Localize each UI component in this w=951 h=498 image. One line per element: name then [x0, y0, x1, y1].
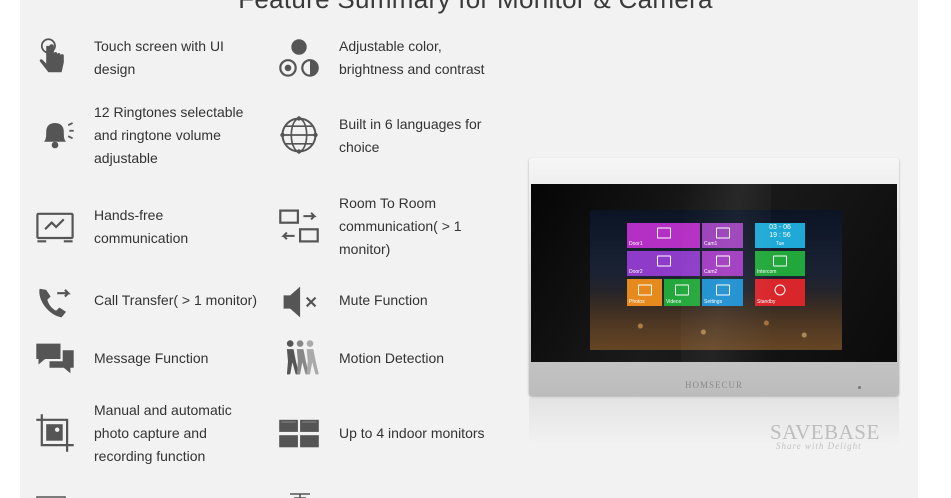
indoor-monitor: Door1 Cam1 Door2 Cam2 03 - 06 19 : 56 Tu… [529, 158, 899, 396]
feature-label: Manual and automatic photo capture and r… [94, 402, 232, 464]
monitor-screen: Door1 Cam1 Door2 Cam2 03 - 06 19 : 56 Tu… [590, 210, 842, 350]
mute-icon [277, 280, 321, 324]
feature-label: Call Transfer( > 1 monitor) [94, 292, 257, 308]
tile-cam2[interactable]: Cam2 [702, 251, 743, 276]
tile-label: Videos [666, 299, 682, 305]
clock-tile: 03 - 06 19 : 56 Tue [755, 223, 805, 248]
clock-day: Tue [775, 240, 785, 247]
tile-label: Cam2 [704, 269, 718, 275]
page-title: Feature Summary for Monitor & Camera [0, 0, 951, 15]
tile-label: Door1 [629, 241, 643, 247]
tile-cam1[interactable]: Cam1 [702, 223, 743, 248]
feature-label: Touch screen with UI design [94, 38, 224, 77]
tile-intercom[interactable]: Intercom [755, 251, 805, 276]
call-transfer-icon [33, 280, 77, 324]
globe-icon [277, 113, 321, 157]
tile-door2[interactable]: Door2 [627, 251, 700, 276]
motion-detection-icon [277, 337, 321, 381]
touch-hand-icon [33, 36, 77, 80]
tile-label: Door2 [629, 269, 643, 275]
feature-label: Adjustable color, brightness and contras… [339, 38, 485, 77]
feature-label: Motion Detection [339, 350, 445, 366]
monitor-glass: Door1 Cam1 Door2 Cam2 03 - 06 19 : 56 Tu… [531, 184, 897, 362]
tile-label: Cam1 [704, 241, 718, 247]
power-led [858, 386, 861, 389]
tile-door1[interactable]: Door1 [627, 223, 700, 248]
feature-label: Room To Room communication( > 1 monitor) [339, 195, 462, 257]
tile-label: Settings [704, 299, 723, 305]
feature-label: Up to 4 indoor monitors [339, 425, 485, 441]
feature-label: Message Function [94, 350, 209, 366]
handsfree-icon [33, 205, 77, 249]
monitor-brand: HOMSECUR [684, 380, 743, 390]
tile-label: Photos [629, 299, 645, 305]
tile-standby[interactable]: Standby [755, 279, 805, 306]
multi-monitor-icon [277, 411, 321, 455]
feature-label: Mute Function [339, 292, 428, 308]
feature-label: Built in 6 languages for choice [339, 116, 482, 155]
bell-icon [33, 112, 77, 156]
feature-label: 12 Ringtones selectable and ringtone vol… [94, 104, 244, 166]
color-adjust-icon [277, 36, 321, 80]
message-icon [33, 337, 77, 381]
tile-settings[interactable]: Settings [702, 279, 743, 306]
room-to-room-icon [277, 204, 321, 248]
feature-label: Hands-free communication [94, 207, 189, 246]
watermark-tagline: Share with Delight [776, 441, 862, 451]
tile-photos[interactable]: Photos [627, 279, 662, 306]
partial-icon [286, 488, 316, 498]
tile-label: Standby [757, 299, 776, 305]
clock-time: 19 : 56 [769, 231, 791, 239]
clock-date: 03 - 06 [769, 223, 791, 231]
photo-capture-icon [33, 411, 77, 455]
tile-videos[interactable]: Videos [664, 279, 700, 306]
tile-label: Intercom [757, 269, 777, 275]
partial-icon [36, 490, 66, 498]
